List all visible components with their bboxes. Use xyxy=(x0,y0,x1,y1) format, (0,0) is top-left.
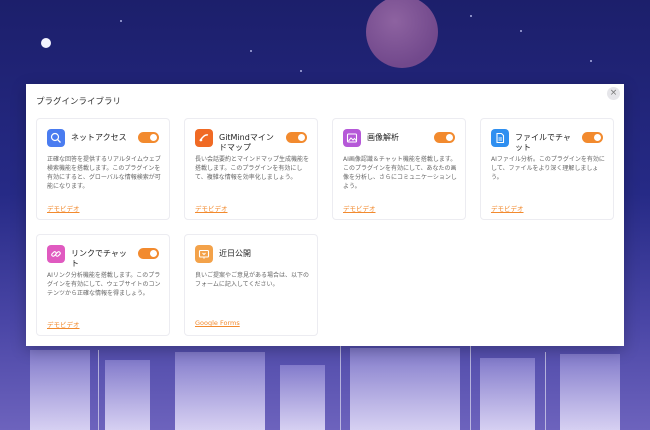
plugin-description: 長い会話要約とマインドマップ生成機能を搭載します。このプラグインを有効にして、複… xyxy=(195,156,310,181)
image-icon xyxy=(343,129,361,147)
background-city xyxy=(0,345,650,430)
plugin-library-dialog: プラグインライブラリ × ネットアクセス 正確な回答を提供するリアルタイムウェブ… xyxy=(26,84,624,346)
plugin-card-image-analysis: 画像解析 AI画像認識＆チャット機能を搭載します。このプラグインを有効にして、あ… xyxy=(332,118,466,220)
demo-video-link[interactable]: デモビデオ xyxy=(195,203,228,213)
background-star xyxy=(520,30,522,32)
plugin-card-gitmind: GitMindマインドマップ 長い会話要約とマインドマップ生成機能を搭載します。… xyxy=(184,118,318,220)
plugin-card-coming-soon: 近日公開 良いご提案やご意見がある場合は、以下のフォームに記入してください。 G… xyxy=(184,234,318,336)
dialog-title: プラグインライブラリ xyxy=(36,97,122,107)
demo-video-link[interactable]: デモビデオ xyxy=(343,203,376,213)
background-planet xyxy=(41,38,51,48)
plugin-description: 良いご提案やご意見がある場合は、以下のフォームに記入してください。 xyxy=(195,272,310,288)
plugin-name: ネットアクセス xyxy=(71,133,127,142)
plugin-toggle[interactable] xyxy=(582,132,603,143)
plugin-name: GitMindマインドマップ xyxy=(219,133,274,152)
plugin-toggle[interactable] xyxy=(286,132,307,143)
plugin-toggle[interactable] xyxy=(138,248,159,259)
demo-video-link[interactable]: デモビデオ xyxy=(491,203,524,213)
plugin-name: 画像解析 xyxy=(367,133,399,142)
plugin-toggle[interactable] xyxy=(138,132,159,143)
plugin-name: ファイルでチャット xyxy=(515,133,571,152)
plugin-name: リンクでチャット xyxy=(71,249,127,268)
plugin-description: 正確な回答を提供するリアルタイムウェブ検索機能を搭載します。このプラグインを有効… xyxy=(47,156,161,190)
background-star xyxy=(120,20,122,22)
plugin-description: AI画像認識＆チャット機能を搭載します。このプラグインを有効にして、あなたの画像… xyxy=(343,156,457,190)
demo-video-link[interactable]: デモビデオ xyxy=(47,319,80,329)
plugin-toggle[interactable] xyxy=(434,132,455,143)
background-star xyxy=(250,50,252,52)
plugin-description: AIファイル分析。このプラグインを有効にして、ファイルをより深く理解しましょう。 xyxy=(491,156,605,181)
globe-search-icon xyxy=(47,129,65,147)
plugin-description: AIリンク分析機能を搭載します。このプラグインを有効にして、ウェブサイトのコンテ… xyxy=(47,272,161,297)
plugin-card-net-access: ネットアクセス 正確な回答を提供するリアルタイムウェブ検索機能を搭載します。この… xyxy=(36,118,170,220)
gitmind-icon xyxy=(195,129,213,147)
google-forms-link[interactable]: Google Forms xyxy=(195,319,240,327)
plugin-card-link-chat: リンクでチャット AIリンク分析機能を搭載します。このプラグインを有効にして、ウ… xyxy=(36,234,170,336)
demo-video-link[interactable]: デモビデオ xyxy=(47,203,80,213)
link-icon xyxy=(47,245,65,263)
background-star xyxy=(590,60,592,62)
plugin-name: 近日公開 xyxy=(219,249,251,258)
coming-soon-icon xyxy=(195,245,213,263)
background-star xyxy=(300,70,302,72)
close-icon[interactable]: × xyxy=(607,87,620,100)
background-moon xyxy=(366,0,438,68)
plugin-card-file-chat: ファイルでチャット AIファイル分析。このプラグインを有効にして、ファイルをより… xyxy=(480,118,614,220)
background-star xyxy=(470,15,472,17)
file-chat-icon xyxy=(491,129,509,147)
